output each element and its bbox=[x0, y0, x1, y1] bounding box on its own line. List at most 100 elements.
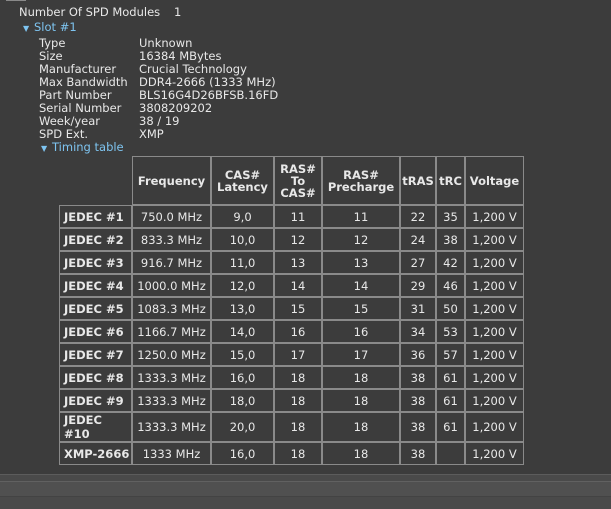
cell-voltage: 1,200 V bbox=[465, 251, 524, 274]
timing-table-node[interactable]: ▼ Timing table bbox=[41, 141, 124, 155]
triangle-down-icon[interactable]: ▼ bbox=[23, 22, 34, 35]
row-name: XMP-2666 bbox=[59, 442, 132, 465]
cell-frequency: 1333.3 MHz bbox=[132, 366, 211, 389]
table-row: JEDEC #4 1000.0 MHz 12,0 14 14 29 46 1,200 V bbox=[59, 274, 524, 297]
cell-ras-to-cas: 18 bbox=[274, 412, 322, 442]
cell-cas-latency: 9,0 bbox=[211, 205, 274, 228]
cell-voltage: 1,200 V bbox=[465, 320, 524, 343]
cell-frequency: 1166.7 MHz bbox=[132, 320, 211, 343]
cell-ras-to-cas: 14 bbox=[274, 274, 322, 297]
cell-ras-to-cas: 18 bbox=[274, 366, 322, 389]
cell-ras-precharge: 13 bbox=[322, 251, 400, 274]
cell-ras-to-cas: 18 bbox=[274, 389, 322, 412]
header-tras: tRAS bbox=[400, 156, 436, 205]
cell-tras: 22 bbox=[400, 205, 436, 228]
cell-tras: 38 bbox=[400, 412, 436, 442]
slot-1-node[interactable]: ▼ Slot #1 bbox=[23, 21, 77, 35]
triangle-down-icon[interactable]: ▼ bbox=[41, 142, 52, 155]
cell-frequency: 750.0 MHz bbox=[132, 205, 211, 228]
table-row: JEDEC #2 833.3 MHz 10,0 12 12 24 38 1,200 V bbox=[59, 228, 524, 251]
cell-ras-to-cas: 16 bbox=[274, 320, 322, 343]
row-name: JEDEC #6 bbox=[59, 320, 132, 343]
cell-trc: 57 bbox=[436, 343, 465, 366]
cell-ras-to-cas: 17 bbox=[274, 343, 322, 366]
cell-ras-to-cas: 15 bbox=[274, 297, 322, 320]
cell-voltage: 1,200 V bbox=[465, 343, 524, 366]
cell-ras-to-cas: 13 bbox=[274, 251, 322, 274]
cell-voltage: 1,200 V bbox=[465, 412, 524, 442]
table-row: JEDEC #8 1333.3 MHz 16,0 18 18 38 61 1,200 V bbox=[59, 366, 524, 389]
cell-cas-latency: 12,0 bbox=[211, 274, 274, 297]
cell-voltage: 1,200 V bbox=[465, 389, 524, 412]
table-row: JEDEC #5 1083.3 MHz 13,0 15 15 31 50 1,200 V bbox=[59, 297, 524, 320]
cell-tras: 24 bbox=[400, 228, 436, 251]
header-corner bbox=[59, 156, 132, 205]
header-cas-latency: CAS# Latency bbox=[211, 156, 274, 205]
row-name: JEDEC #3 bbox=[59, 251, 132, 274]
cell-trc: 61 bbox=[436, 366, 465, 389]
row-name: JEDEC #9 bbox=[59, 389, 132, 412]
cell-cas-latency: 15,0 bbox=[211, 343, 274, 366]
header-ras-precharge: RAS# Precharge bbox=[322, 156, 400, 205]
cell-frequency: 1250.0 MHz bbox=[132, 343, 211, 366]
cell-trc: 42 bbox=[436, 251, 465, 274]
cell-cas-latency: 16,0 bbox=[211, 366, 274, 389]
header-voltage: Voltage bbox=[465, 156, 524, 205]
cell-ras-precharge: 18 bbox=[322, 412, 400, 442]
cell-ras-to-cas: 11 bbox=[274, 205, 322, 228]
cell-trc: 46 bbox=[436, 274, 465, 297]
row-name: JEDEC #1 bbox=[59, 205, 132, 228]
cell-cas-latency: 11,0 bbox=[211, 251, 274, 274]
table-row: JEDEC #9 1333.3 MHz 18,0 18 18 38 61 1,200 V bbox=[59, 389, 524, 412]
cell-trc bbox=[436, 442, 465, 465]
cell-frequency: 1333.3 MHz bbox=[132, 412, 211, 442]
cell-ras-precharge: 18 bbox=[322, 389, 400, 412]
cell-frequency: 833.3 MHz bbox=[132, 228, 211, 251]
window-top-edge bbox=[6, 0, 26, 4]
cell-tras: 38 bbox=[400, 366, 436, 389]
cell-frequency: 1000.0 MHz bbox=[132, 274, 211, 297]
cell-cas-latency: 16,0 bbox=[211, 442, 274, 465]
row-name: JEDEC #7 bbox=[59, 343, 132, 366]
row-name: JEDEC #2 bbox=[59, 228, 132, 251]
cell-tras: 31 bbox=[400, 297, 436, 320]
header-trc: tRC bbox=[436, 156, 465, 205]
cell-tras: 27 bbox=[400, 251, 436, 274]
header-ras-to-cas: RAS# To CAS# bbox=[274, 156, 322, 205]
cell-ras-precharge: 14 bbox=[322, 274, 400, 297]
cell-trc: 53 bbox=[436, 320, 465, 343]
cell-ras-to-cas: 12 bbox=[274, 228, 322, 251]
cell-ras-precharge: 18 bbox=[322, 366, 400, 389]
timing-header-row: Frequency CAS# Latency RAS# To CAS# RAS# Pre… bbox=[59, 156, 524, 205]
cell-cas-latency: 13,0 bbox=[211, 297, 274, 320]
table-row: JEDEC #6 1166.7 MHz 14,0 16 16 34 53 1,200 V bbox=[59, 320, 524, 343]
cell-tras: 29 bbox=[400, 274, 436, 297]
footer-bar bbox=[0, 481, 611, 497]
footer-panel bbox=[0, 474, 611, 509]
cell-cas-latency: 20,0 bbox=[211, 412, 274, 442]
spd-modules-value: 1 bbox=[174, 5, 182, 19]
cell-trc: 50 bbox=[436, 297, 465, 320]
cell-ras-precharge: 15 bbox=[322, 297, 400, 320]
cell-frequency: 1083.3 MHz bbox=[132, 297, 211, 320]
cell-ras-precharge: 12 bbox=[322, 228, 400, 251]
row-name: JEDEC #4 bbox=[59, 274, 132, 297]
cell-voltage: 1,200 V bbox=[465, 442, 524, 465]
header-frequency: Frequency bbox=[132, 156, 211, 205]
cell-cas-latency: 14,0 bbox=[211, 320, 274, 343]
cell-ras-to-cas: 18 bbox=[274, 442, 322, 465]
table-row: JEDEC #3 916.7 MHz 11,0 13 13 27 42 1,200 V bbox=[59, 251, 524, 274]
cell-frequency: 1333.3 MHz bbox=[132, 389, 211, 412]
cell-tras: 36 bbox=[400, 343, 436, 366]
table-row: JEDEC #1 750.0 MHz 9,0 11 11 22 35 1,200 V bbox=[59, 205, 524, 228]
cell-ras-precharge: 11 bbox=[322, 205, 400, 228]
cell-trc: 35 bbox=[436, 205, 465, 228]
cell-voltage: 1,200 V bbox=[465, 274, 524, 297]
cell-tras: 38 bbox=[400, 389, 436, 412]
table-row: JEDEC #7 1250.0 MHz 15,0 17 17 36 57 1,200 V bbox=[59, 343, 524, 366]
spd-ext-value: XMP bbox=[139, 127, 164, 141]
row-name: JEDEC #5 bbox=[59, 297, 132, 320]
slot-1-label: Slot #1 bbox=[34, 20, 77, 34]
cell-ras-precharge: 17 bbox=[322, 343, 400, 366]
cell-tras: 34 bbox=[400, 320, 436, 343]
